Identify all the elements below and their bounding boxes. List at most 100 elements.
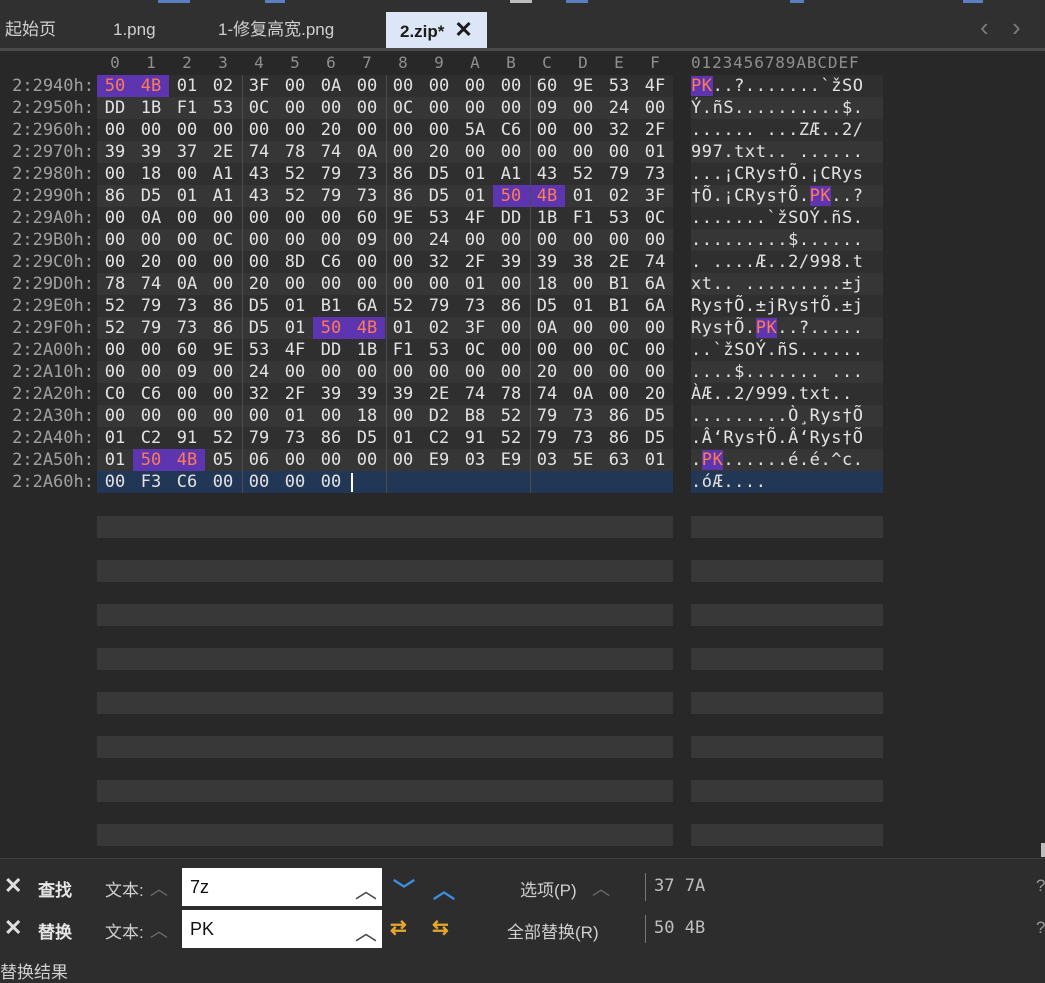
hex-byte[interactable]: 79 (133, 317, 169, 339)
hex-byte[interactable]: 52 (97, 317, 133, 339)
hex-byte[interactable]: 79 (529, 427, 565, 449)
hex-byte[interactable]: C6 (169, 471, 205, 493)
hex-byte[interactable]: 00 (421, 273, 457, 295)
hex-byte[interactable]: 52 (277, 163, 313, 185)
hex-byte[interactable]: 06 (241, 449, 277, 471)
hex-byte[interactable]: D5 (637, 427, 673, 449)
ascii-text[interactable]: ....$....... ... (691, 361, 864, 383)
hex-byte[interactable]: 0A (529, 317, 565, 339)
hex-byte[interactable]: 00 (169, 405, 205, 427)
hex-byte[interactable]: 2E (601, 251, 637, 273)
hex-byte[interactable]: 00 (169, 251, 205, 273)
find-history-caret-icon[interactable]: ︿ (355, 873, 377, 905)
hex-byte[interactable]: 2E (421, 383, 457, 405)
hex-byte[interactable]: 79 (421, 295, 457, 317)
ascii-text[interactable]: ...... ...ZÆ..2/ (691, 119, 864, 141)
hex-byte[interactable]: 00 (277, 361, 313, 383)
ascii-text[interactable]: .........Ò¸Rys†Õ (691, 405, 864, 427)
hex-byte[interactable]: 39 (349, 383, 385, 405)
hex-byte[interactable]: 52 (493, 405, 529, 427)
hex-byte[interactable]: 00 (529, 339, 565, 361)
hex-byte[interactable]: 20 (133, 251, 169, 273)
hex-byte[interactable]: 00 (313, 273, 349, 295)
hex-byte-match[interactable]: 4B (349, 317, 385, 339)
hex-byte[interactable]: 20 (313, 119, 349, 141)
hex-byte[interactable]: 52 (97, 295, 133, 317)
replace-kind-label[interactable]: 文本: (105, 918, 144, 943)
hex-byte[interactable]: 00 (313, 229, 349, 251)
hex-byte[interactable]: 01 (97, 427, 133, 449)
hex-byte[interactable]: 43 (241, 163, 277, 185)
hex-byte[interactable]: 0A (349, 141, 385, 163)
hex-byte[interactable]: 6A (637, 295, 673, 317)
hex-byte[interactable]: 74 (457, 383, 493, 405)
hex-byte[interactable]: 00 (205, 207, 241, 229)
hex-byte[interactable]: 00 (529, 119, 565, 141)
hex-byte[interactable]: 79 (133, 295, 169, 317)
find-kind-caret-icon[interactable]: ︿ (150, 875, 168, 901)
hex-byte[interactable]: 0C (601, 339, 637, 361)
ascii-text[interactable]: ..`žSOÝ.ñS...... (691, 339, 864, 361)
hex-byte[interactable]: 00 (493, 229, 529, 251)
hex-byte[interactable]: 18 (133, 163, 169, 185)
ascii-text[interactable]: .........$...... (691, 229, 864, 251)
hex-byte[interactable]: 1B (133, 97, 169, 119)
hex-byte[interactable]: 86 (97, 185, 133, 207)
hex-byte[interactable]: F1 (385, 339, 421, 361)
hex-byte[interactable]: 00 (601, 317, 637, 339)
hex-byte[interactable]: 01 (565, 185, 601, 207)
hex-byte[interactable]: 6A (637, 273, 673, 295)
hex-byte[interactable]: 53 (421, 339, 457, 361)
hex-byte[interactable]: 86 (493, 295, 529, 317)
hex-byte[interactable]: 00 (169, 229, 205, 251)
hex-byte[interactable]: 53 (601, 75, 637, 97)
hex-byte[interactable]: 00 (169, 207, 205, 229)
hex-byte[interactable]: 00 (493, 361, 529, 383)
hex-byte[interactable]: 00 (457, 75, 493, 97)
ascii-text[interactable]: .......`žSOÝ.ñS. (691, 207, 864, 229)
hex-byte[interactable]: 00 (385, 405, 421, 427)
hex-byte[interactable]: A1 (493, 163, 529, 185)
hex-byte[interactable]: D2 (421, 405, 457, 427)
hex-byte[interactable]: 00 (529, 229, 565, 251)
hex-byte[interactable]: 00 (277, 273, 313, 295)
hex-byte[interactable]: 39 (133, 141, 169, 163)
replace-all-button[interactable]: 全部替换(R) (507, 918, 599, 943)
hex-byte[interactable]: 4F (277, 339, 313, 361)
hex-byte[interactable]: 00 (277, 229, 313, 251)
hex-byte[interactable]: 00 (241, 119, 277, 141)
ascii-text[interactable]: Ý.ñS..........$. (691, 97, 864, 119)
hex-byte[interactable]: 02 (421, 317, 457, 339)
hex-byte[interactable]: 39 (313, 383, 349, 405)
tab-1-fixed-png[interactable]: 1-修复高宽.png (218, 12, 334, 48)
hex-byte[interactable]: 73 (169, 317, 205, 339)
hex-byte[interactable]: 00 (637, 339, 673, 361)
hex-byte[interactable]: DD (493, 207, 529, 229)
hex-byte[interactable]: 01 (277, 317, 313, 339)
hex-byte[interactable]: 73 (349, 185, 385, 207)
hex-byte[interactable]: 86 (385, 185, 421, 207)
hex-byte[interactable]: 38 (565, 251, 601, 273)
hex-byte[interactable]: 00 (133, 119, 169, 141)
hex-byte[interactable]: 74 (133, 273, 169, 295)
hex-byte[interactable]: 00 (277, 119, 313, 141)
hex-byte[interactable]: 00 (421, 75, 457, 97)
hex-byte[interactable]: 00 (385, 449, 421, 471)
ascii-text[interactable]: Rys†Õ.±jRys†Õ.±j (691, 295, 864, 317)
hex-byte[interactable]: 24 (241, 361, 277, 383)
replace-input[interactable] (182, 910, 382, 948)
hex-byte[interactable]: 53 (421, 207, 457, 229)
hex-byte-match[interactable]: 50 (313, 317, 349, 339)
hex-byte[interactable]: 20 (241, 273, 277, 295)
help-icon[interactable]: ? (1036, 876, 1045, 896)
hex-byte[interactable]: 00 (205, 361, 241, 383)
hex-byte[interactable]: 0C (385, 97, 421, 119)
hex-byte[interactable]: 60 (529, 75, 565, 97)
hex-byte[interactable]: 86 (313, 427, 349, 449)
hex-byte[interactable]: F1 (169, 97, 205, 119)
hex-byte[interactable]: 00 (241, 405, 277, 427)
hex-byte[interactable]: 24 (421, 229, 457, 251)
hex-byte[interactable]: 73 (169, 295, 205, 317)
hex-byte[interactable]: 01 (457, 273, 493, 295)
replace-previous-icon[interactable]: ⇆ (432, 915, 449, 940)
